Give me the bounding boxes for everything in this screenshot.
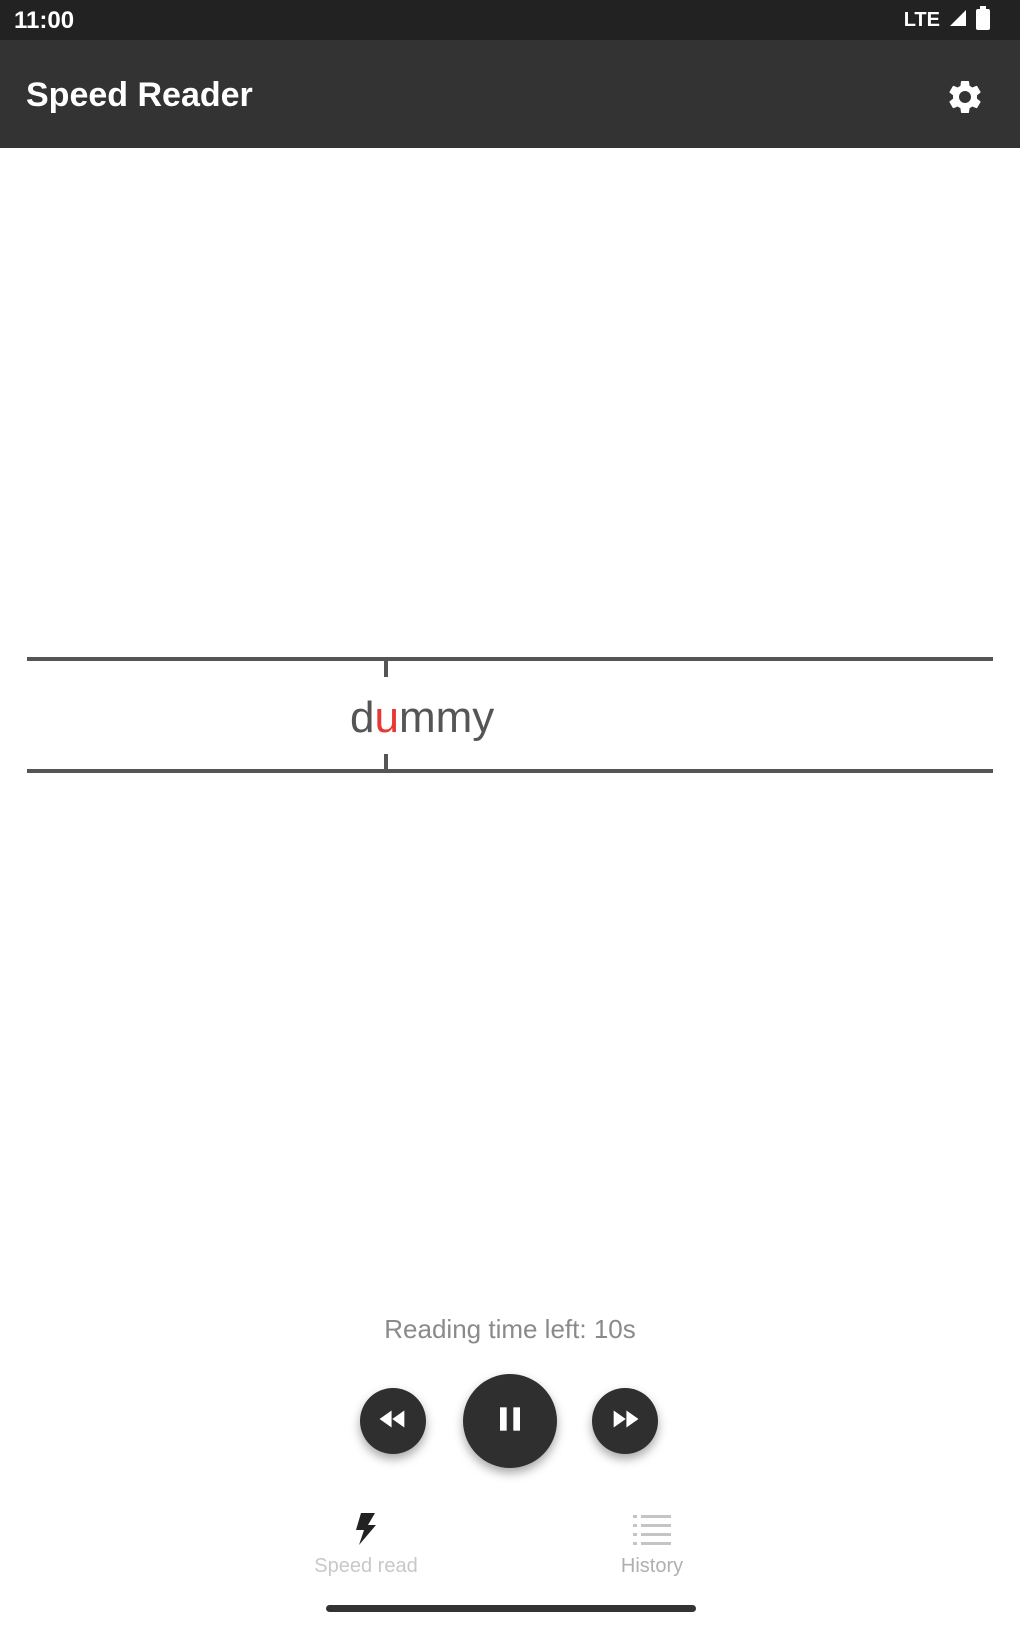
fast-forward-icon (608, 1402, 642, 1441)
rewind-icon (376, 1402, 410, 1441)
settings-button[interactable] (938, 72, 992, 126)
lightning-icon (353, 1509, 379, 1549)
rewind-button[interactable] (360, 1388, 426, 1454)
nav-item-speed-read[interactable]: Speed read (276, 1509, 456, 1589)
signal-icon (948, 8, 968, 33)
reader-top-tick (384, 661, 388, 677)
home-indicator[interactable] (326, 1605, 696, 1612)
list-icon (633, 1509, 671, 1549)
fast-forward-button[interactable] (592, 1388, 658, 1454)
current-word: dummy (350, 692, 494, 744)
app-bar: Speed Reader (0, 40, 1020, 148)
status-bar: 11:00 LTE (0, 0, 1020, 40)
status-icons: LTE (903, 5, 990, 35)
word-prefix: d (350, 693, 375, 742)
app-title: Speed Reader (26, 76, 253, 114)
pause-button[interactable] (463, 1374, 557, 1468)
reader-bottom-line (27, 769, 993, 773)
network-type-label: LTE (903, 8, 940, 31)
reading-time-left: Reading time left: 10s (384, 1314, 636, 1344)
word-suffix: mmy (398, 693, 495, 742)
gear-icon (945, 77, 985, 122)
word-focus-letter: u (374, 693, 399, 742)
battery-icon (976, 5, 990, 35)
status-time: 11:00 (14, 7, 75, 34)
nav-label-history: History (620, 1555, 684, 1577)
reader-bottom-tick (384, 754, 388, 770)
nav-label-speed-read: Speed read (314, 1555, 418, 1577)
pause-icon (490, 1399, 530, 1444)
nav-item-history[interactable]: History (562, 1509, 742, 1589)
reader-top-line (27, 657, 993, 661)
